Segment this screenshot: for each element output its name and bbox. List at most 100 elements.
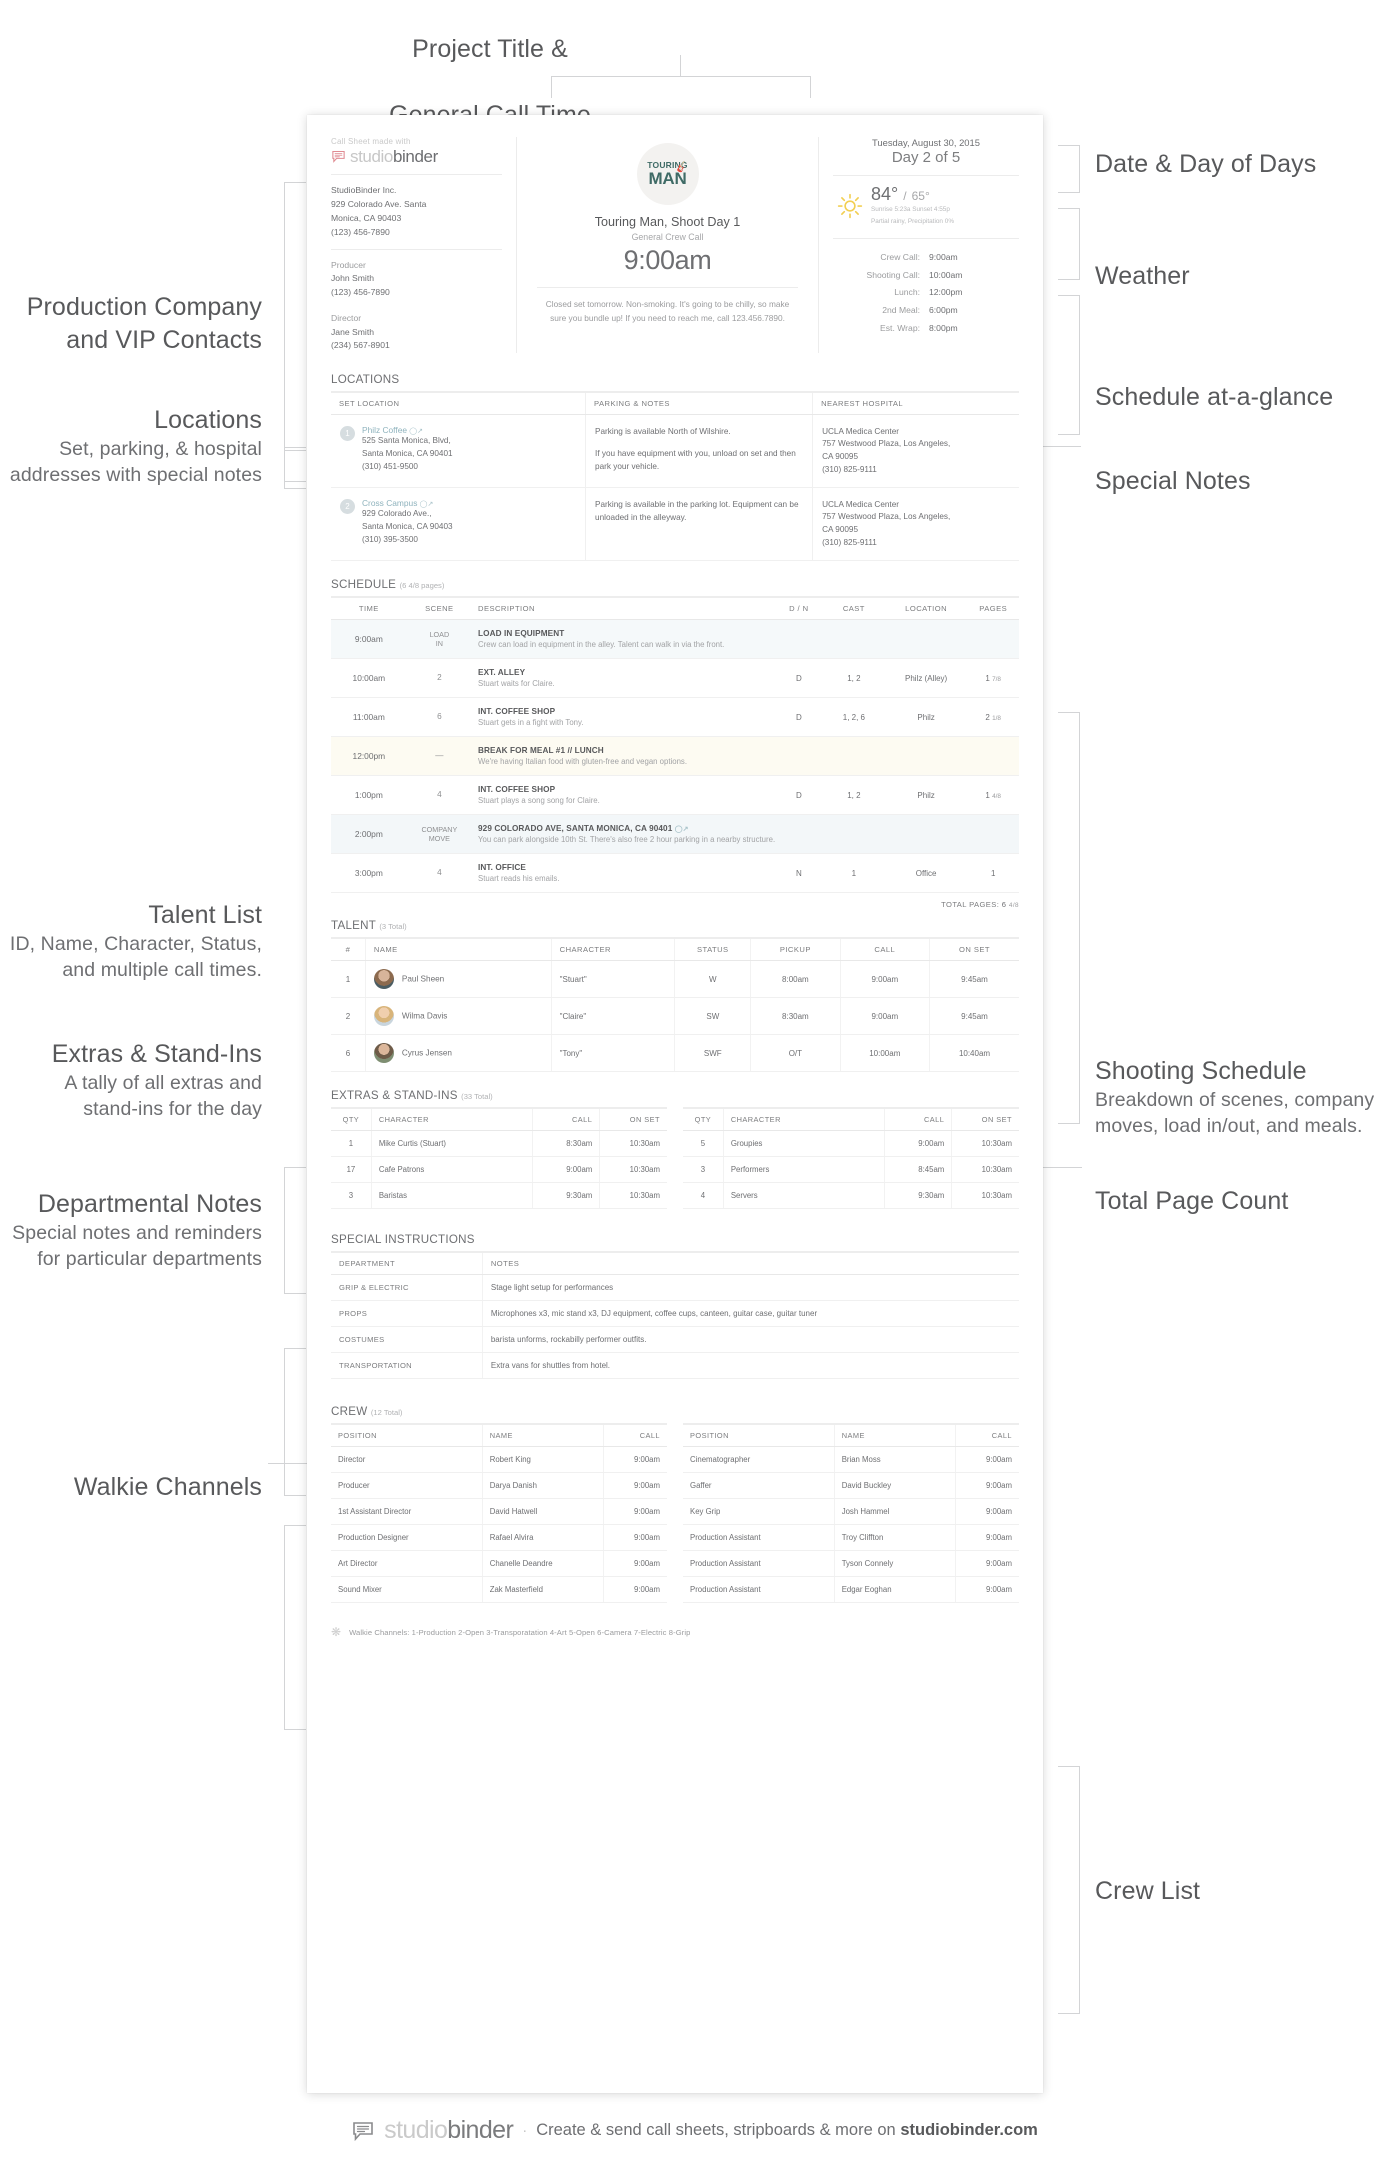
talent-id: 2 — [331, 997, 366, 1036]
table-row: 11:00am 6 INT. COFFEE SHOP Stuart gets i… — [331, 697, 1019, 738]
crew-call: 9:00am — [602, 1576, 667, 1604]
schedule-desc: Stuart reads his emails. — [478, 874, 560, 884]
extras-call: 9:00am — [532, 1156, 600, 1184]
walkie-channels-text: Walkie Channels: 1-Production 2-Open 3-T… — [349, 1627, 691, 1637]
annotation-walkie-channels: Walkie Channels — [0, 1438, 262, 1504]
company-phone: (123) 456-7890 — [331, 226, 390, 237]
location-pin: 2 — [340, 499, 355, 515]
col-department: DEPARTMENT — [331, 1251, 483, 1276]
crew-name: David Buckley — [833, 1472, 956, 1500]
annotation-talent-sub: ID, Name, Character, Status, and multipl… — [9, 933, 262, 981]
footer-separator: · — [522, 2122, 528, 2139]
col-id: # — [331, 937, 366, 962]
crew-heading-title: CREW — [331, 1405, 368, 1419]
crew-right-column: POSITION NAME CALL Cinematographer Brian… — [683, 1423, 1019, 1604]
table-row: PROPS Microphones x3, mic stand x3, DJ e… — [331, 1300, 1019, 1328]
crew-call: 9:00am — [954, 1472, 1019, 1500]
location-name-link[interactable]: Philz Coffee ◯↗ — [362, 425, 576, 435]
page-title: Touring Man, Shoot Day 1 — [594, 215, 741, 229]
crew-position: Art Director — [331, 1550, 483, 1578]
schedule-title[interactable]: 929 COLORADO AVE, SANTA MONICA, CA 90401… — [478, 824, 1013, 833]
pages-fraction: 4/8 — [992, 792, 1001, 800]
col-pickup: PICKUP — [750, 937, 841, 962]
schedule-title: EXT. ALLEY — [478, 668, 526, 678]
annotation-project-title-line1: Project Title & — [412, 35, 568, 63]
table-header-row: SET LOCATION PARKING & NOTES NEAREST HOS… — [331, 391, 1019, 416]
pages-fraction: 7/8 — [992, 675, 1001, 683]
extras-table-right: QTY CHARACTER CALL ON SET 5 Groupies 9:0… — [683, 1107, 1019, 1210]
annotation-locations: Locations Set, parking, & hospital addre… — [0, 371, 262, 521]
bracket-date-day — [1058, 145, 1080, 193]
annotation-production-company-title: Production Company and VIP Contacts — [26, 293, 262, 354]
brand-binder: binder — [392, 147, 438, 166]
talent-call: 9:00am — [839, 997, 930, 1036]
pages-whole: 1 — [985, 673, 990, 683]
annotation-shooting-schedule: Shooting Schedule Breakdown of scenes, c… — [1095, 1022, 1389, 1172]
schedule-desc: Stuart waits for Claire. — [478, 679, 555, 689]
company-address-line1: 929 Colorado Ave. Santa — [331, 198, 427, 209]
location-address-1: 525 Santa Monica, Blvd, — [362, 436, 451, 446]
table-row: GRIP & ELECTRIC Stage light setup for pe… — [331, 1274, 1019, 1302]
schedule-description-cell: BREAK FOR MEAL #1 // LUNCH We're having … — [472, 736, 1019, 777]
col-status: STATUS — [674, 937, 751, 962]
crew-name: Zak Masterfield — [481, 1576, 604, 1604]
external-link-icon: ◯↗ — [419, 501, 434, 509]
annotation-weather: Weather — [1095, 227, 1385, 293]
talent-count: (3 Total) — [379, 922, 407, 932]
bracket-extras — [284, 1348, 306, 1496]
talent-character: "Claire" — [550, 997, 675, 1036]
crew-section: CREW (12 Total) POSITION NAME CALL Direc… — [331, 1405, 1019, 1604]
extras-qty: 1 — [331, 1130, 372, 1158]
location-name-link[interactable]: Cross Campus ◯↗ — [362, 498, 576, 508]
extras-table-left: QTY CHARACTER CALL ON SET 1 Mike Curtis … — [331, 1107, 667, 1210]
table-row: Director Robert King 9:00am — [331, 1446, 667, 1474]
footer-brand-binder: binder — [447, 2116, 514, 2144]
vip-role: Producer — [331, 259, 366, 270]
talent-character: "Stuart" — [550, 960, 675, 999]
bracket-shooting-schedule — [1058, 712, 1080, 1124]
table-row: Cinematographer Brian Moss 9:00am — [683, 1446, 1019, 1474]
special-instructions-heading: SPECIAL INSTRUCTIONS — [331, 1233, 475, 1247]
talent-section: TALENT (3 Total) # NAME CHARACTER STATUS… — [331, 919, 1019, 1073]
hospital-address-1: 757 Westwood Plaza, Los Angeles, — [822, 439, 951, 449]
table-header-row: DEPARTMENT NOTES — [331, 1251, 1019, 1276]
schedule-time: 10:00am — [331, 658, 407, 699]
crew-call: 9:00am — [602, 1524, 667, 1552]
schedule-scene: 4 — [406, 775, 473, 816]
day-of-days: Day 2 of 5 — [891, 149, 961, 166]
parking-cell: Parking is available in the parking lot.… — [585, 487, 813, 562]
schedule-description-cell: INT. COFFEE SHOP Stuart plays a song son… — [472, 775, 775, 816]
schedule-cast: 1, 2 — [822, 658, 885, 699]
annotation-walkie-title: Walkie Channels — [73, 1473, 262, 1501]
bracket-production-company — [284, 182, 306, 482]
schedule-scene: 6 — [406, 697, 473, 738]
extras-on-set: 10:30am — [599, 1182, 667, 1210]
walkie-channels-row: ❋ Walkie Channels: 1-Production 2-Open 3… — [331, 1623, 1019, 1639]
talent-on-set: 9:45am — [929, 997, 1019, 1036]
special-instructions-table: DEPARTMENT NOTES GRIP & ELECTRIC Stage l… — [331, 1251, 1019, 1380]
extras-on-set: 10:30am — [951, 1182, 1019, 1210]
talent-pickup: 8:00am — [750, 960, 841, 999]
table-row-load-in: 9:00am LOAD IN LOAD IN EQUIPMENT Crew ca… — [331, 619, 1019, 660]
glance-row: Shooting Call: 10:00am — [833, 271, 1019, 280]
annotation-total-pages-title: Total Page Count — [1095, 1187, 1289, 1215]
weather-temperature: 84° / 65° — [871, 185, 954, 203]
table-row: 1 Mike Curtis (Stuart) 8:30am 10:30am — [331, 1130, 667, 1158]
table-row: Production Designer Rafael Alvira 9:00am — [331, 1524, 667, 1552]
weather-separator: / — [903, 189, 907, 203]
extras-character: Mike Curtis (Stuart) — [370, 1130, 533, 1158]
brand-studio: studio — [350, 147, 393, 166]
pages-whole: 1 — [985, 790, 990, 800]
col-notes: NOTES — [481, 1251, 1019, 1276]
location-phone: (310) 451-9500 — [362, 462, 418, 472]
schedule-description-cell: EXT. ALLEY Stuart waits for Claire. — [472, 658, 775, 699]
table-header-row: POSITION NAME CALL — [331, 1423, 667, 1448]
bracket-top-left — [551, 76, 552, 98]
col-location: LOCATION — [884, 596, 968, 621]
crew-call: 9:00am — [954, 1524, 1019, 1552]
schedule-title: BREAK FOR MEAL #1 // LUNCH — [478, 746, 604, 756]
glance-value: 8:00pm — [929, 322, 958, 333]
crew-call: 9:00am — [954, 1498, 1019, 1526]
col-set-location: SET LOCATION — [331, 391, 586, 416]
crew-position: Producer — [331, 1472, 483, 1500]
